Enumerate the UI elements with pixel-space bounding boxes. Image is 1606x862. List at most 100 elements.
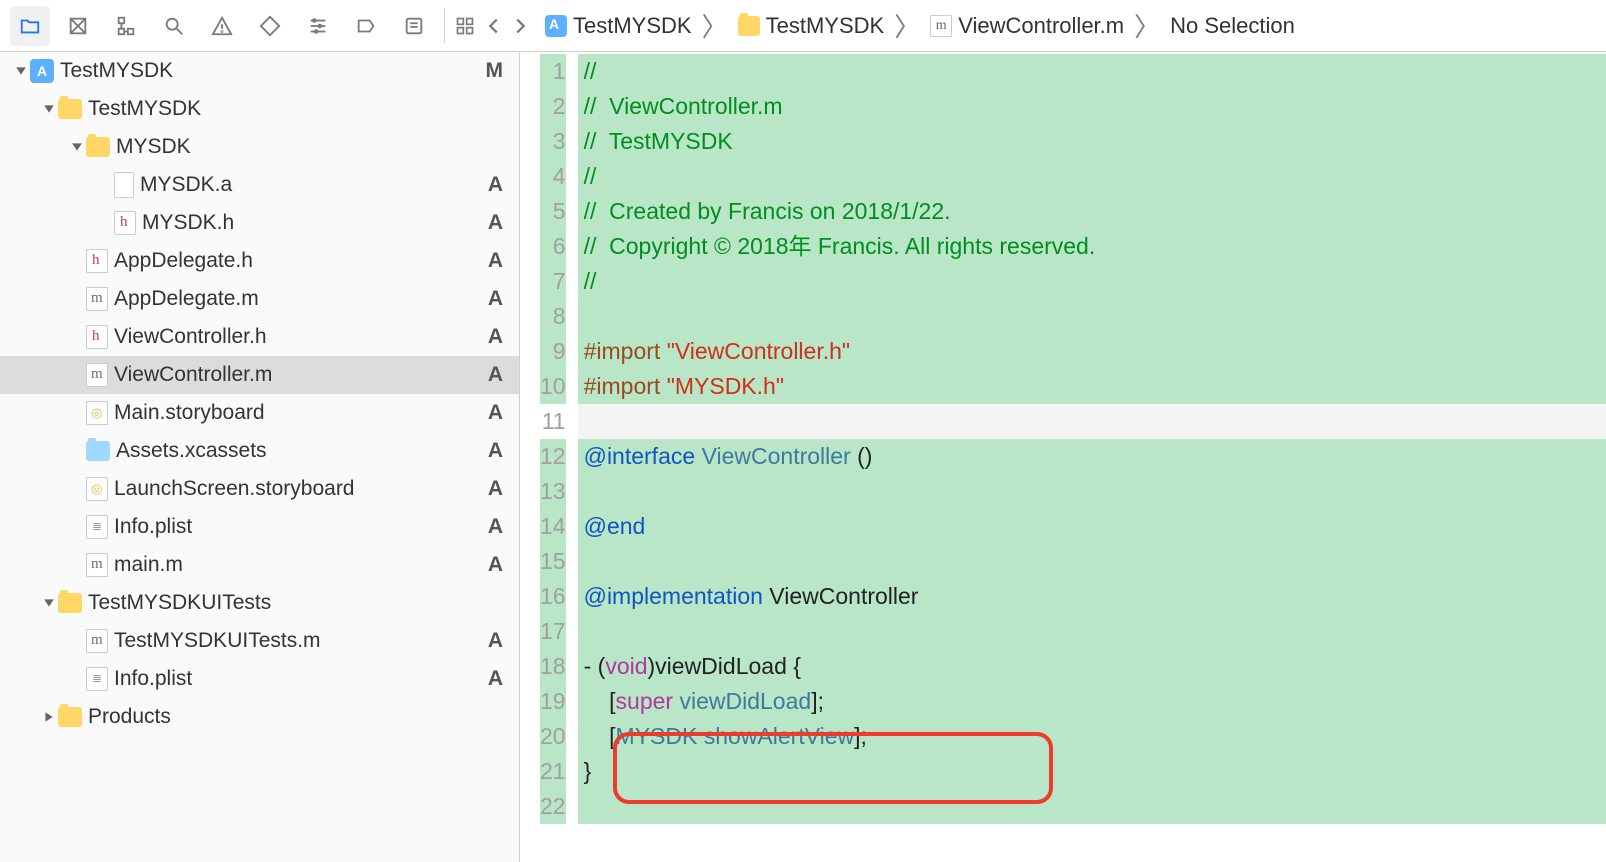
line-number[interactable]: 16 (540, 579, 566, 614)
line-number[interactable]: 17 (540, 614, 566, 649)
issue-navigator-tab[interactable] (202, 6, 242, 46)
line-number[interactable]: 14 (540, 509, 566, 544)
tree-row[interactable]: main.mA (0, 546, 519, 584)
disclosure-triangle[interactable] (40, 711, 58, 723)
line-number-gutter[interactable]: 12345678910111213141516171819202122 (520, 52, 578, 862)
project-navigator[interactable]: TestMYSDKM TestMYSDK MYSDKMYSDK.aAMYSDK.hA… (0, 52, 520, 862)
disclosure-triangle[interactable] (12, 65, 30, 77)
code-line[interactable]: #import "ViewController.h" (578, 334, 1606, 369)
code-line[interactable] (578, 789, 1606, 824)
file-sb-icon (86, 401, 108, 425)
tree-row[interactable]: AppDelegate.hA (0, 242, 519, 280)
tree-row[interactable]: Info.plistA (0, 660, 519, 698)
code-line[interactable]: @implementation ViewController (578, 579, 1606, 614)
proj-icon (30, 59, 54, 83)
tree-row[interactable]: TestMYSDKUITests.mA (0, 622, 519, 660)
line-number[interactable]: 13 (540, 474, 566, 509)
line-number[interactable]: 22 (540, 789, 566, 824)
breakpoint-navigator-tab[interactable] (346, 6, 386, 46)
code-line[interactable] (578, 614, 1606, 649)
tree-row[interactable]: AppDelegate.mA (0, 280, 519, 318)
project-navigator-tab[interactable] (10, 6, 50, 46)
line-number[interactable]: 3 (540, 124, 566, 159)
tree-row-label: TestMYSDKUITests (88, 591, 503, 615)
tree-row-label: TestMYSDK (88, 97, 503, 121)
code-line[interactable] (578, 544, 1606, 579)
tree-row[interactable]: TestMYSDKUITests (0, 584, 519, 622)
tree-row[interactable]: MYSDK (0, 128, 519, 166)
code-line[interactable]: - (void)viewDidLoad { (578, 649, 1606, 684)
symbol-navigator-tab[interactable] (106, 6, 146, 46)
find-navigator-tab[interactable] (154, 6, 194, 46)
tree-row-label: Main.storyboard (114, 401, 488, 425)
code-line[interactable]: @end (578, 509, 1606, 544)
tree-row[interactable]: ViewController.mA (0, 356, 519, 394)
file-m-icon (86, 553, 108, 577)
scm-status-badge: A (488, 325, 503, 349)
line-number[interactable]: 15 (540, 544, 566, 579)
tree-row[interactable]: Main.storyboardA (0, 394, 519, 432)
report-navigator-tab[interactable] (394, 6, 434, 46)
code-line[interactable]: [MYSDK showAlertView]; (578, 719, 1606, 754)
breadcrumb-selection[interactable]: No Selection (1170, 13, 1295, 39)
line-number[interactable]: 21 (540, 754, 566, 789)
scm-status-badge: M (486, 59, 504, 83)
tree-row[interactable]: TestMYSDK (0, 90, 519, 128)
line-number[interactable]: 6 (540, 229, 566, 264)
project-icon (545, 15, 567, 37)
test-navigator-tab[interactable] (250, 6, 290, 46)
code-line[interactable]: // (578, 159, 1606, 194)
tree-row[interactable]: MYSDK.aA (0, 166, 519, 204)
tree-row-label: main.m (114, 553, 488, 577)
breadcrumb-folder[interactable]: TestMYSDK (738, 13, 885, 39)
tree-row[interactable]: ViewController.hA (0, 318, 519, 356)
code-line[interactable]: [super viewDidLoad]; (578, 684, 1606, 719)
code-line[interactable]: // Copyright © 2018年 Francis. All rights… (578, 229, 1606, 264)
go-back-icon[interactable] (483, 15, 505, 37)
disclosure-triangle[interactable] (40, 103, 58, 115)
code-line[interactable]: // TestMYSDK (578, 124, 1606, 159)
line-number[interactable]: 4 (540, 159, 566, 194)
code-line[interactable]: // ViewController.m (578, 89, 1606, 124)
line-number[interactable]: 12 (540, 439, 566, 474)
related-items-icon[interactable] (455, 16, 475, 36)
tree-row[interactable]: Products (0, 698, 519, 736)
disclosure-triangle[interactable] (68, 141, 86, 153)
line-number[interactable]: 2 (540, 89, 566, 124)
line-number[interactable]: 20 (540, 719, 566, 754)
line-number[interactable]: 1 (540, 54, 566, 89)
code-line[interactable]: #import "MYSDK.h" (578, 369, 1606, 404)
line-number[interactable]: 9 (540, 334, 566, 369)
line-number[interactable]: 7 (540, 264, 566, 299)
line-number[interactable]: 5 (540, 194, 566, 229)
go-forward-icon[interactable] (509, 15, 531, 37)
code-line[interactable]: } (578, 754, 1606, 789)
line-number[interactable]: 18 (540, 649, 566, 684)
disclosure-triangle[interactable] (40, 597, 58, 609)
code-line[interactable]: @interface ViewController () (578, 439, 1606, 474)
code-line[interactable] (578, 474, 1606, 509)
code-line[interactable]: // Created by Francis on 2018/1/22. (578, 194, 1606, 229)
tree-row[interactable]: LaunchScreen.storyboardA (0, 470, 519, 508)
line-number[interactable]: 10 (540, 369, 566, 404)
line-number[interactable]: 8 (540, 299, 566, 334)
code-line[interactable] (578, 299, 1606, 334)
tree-row-label: ViewController.m (114, 363, 488, 387)
breadcrumb-project[interactable]: TestMYSDK (545, 13, 692, 39)
code-area[interactable]: //// ViewController.m// TestMYSDK//// Cr… (578, 52, 1606, 862)
tree-row-label: Info.plist (114, 667, 488, 691)
source-control-navigator-tab[interactable] (58, 6, 98, 46)
line-number[interactable]: 11 (540, 404, 566, 439)
tree-row[interactable]: TestMYSDKM (0, 52, 519, 90)
code-line[interactable] (578, 404, 1606, 439)
debug-navigator-tab[interactable] (298, 6, 338, 46)
tree-row[interactable]: Info.plistA (0, 508, 519, 546)
file-h-icon (86, 249, 108, 273)
line-number[interactable]: 19 (540, 684, 566, 719)
breadcrumb-file[interactable]: mViewController.m (930, 13, 1124, 39)
tree-row[interactable]: MYSDK.hA (0, 204, 519, 242)
tree-row[interactable]: Assets.xcassetsA (0, 432, 519, 470)
source-editor[interactable]: 12345678910111213141516171819202122 ////… (520, 52, 1606, 862)
code-line[interactable]: // (578, 54, 1606, 89)
code-line[interactable]: // (578, 264, 1606, 299)
